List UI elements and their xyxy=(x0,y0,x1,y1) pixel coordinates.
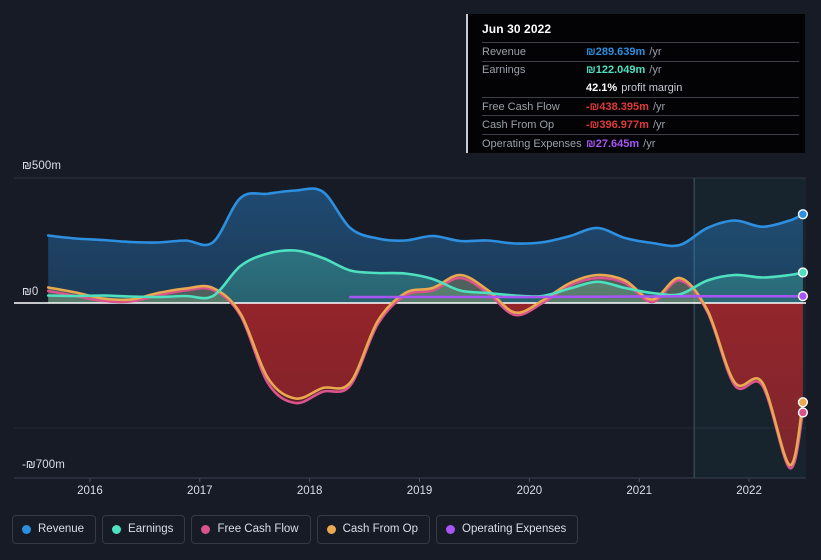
tooltip-row-unit: profit margin xyxy=(621,81,683,94)
chart-lines xyxy=(46,187,805,470)
tooltip-row: Free Cash Flow -₪438.395m/yr xyxy=(482,96,799,116)
legend-item-earnings[interactable]: Earnings xyxy=(102,515,186,544)
legend-color-dot-icon xyxy=(201,525,211,534)
tooltip-row-value: 42.1% xyxy=(586,81,618,94)
free-cash-flow-endpoint-dot[interactable] xyxy=(797,407,809,418)
tooltip-row-label: Free Cash Flow xyxy=(482,100,560,113)
chart-area-fills xyxy=(48,188,803,469)
legend-item-label: Earnings xyxy=(128,523,174,535)
tooltip-row: 42.1% profit margin xyxy=(482,79,799,97)
tooltip-row-value: ₪289.639m xyxy=(586,45,646,58)
x-axis-label: 2020 xyxy=(516,485,543,497)
tooltip-row-value: -₪396.977m xyxy=(586,119,649,132)
tooltip-row-unit: /yr xyxy=(652,100,666,113)
tooltip-row: Revenue ₪289.639m/yr xyxy=(482,42,799,61)
tooltip-row: Cash From Op -₪396.977m/yr xyxy=(482,115,799,134)
legend-color-dot-icon xyxy=(112,525,122,534)
tooltip-row-unit: /yr xyxy=(652,119,666,132)
chart-gridlines xyxy=(14,177,806,482)
revenue-endpoint-dot[interactable] xyxy=(797,209,809,220)
tooltip-row-label: Earnings xyxy=(482,64,526,77)
legend-item-revenue[interactable]: Revenue xyxy=(12,515,97,544)
legend-color-dot-icon xyxy=(446,525,456,534)
x-axis-label: 2021 xyxy=(626,485,652,497)
legend-color-dot-icon xyxy=(326,525,336,534)
x-axis-label: 2022 xyxy=(736,485,762,497)
tooltip-row-value: ₪27.645m xyxy=(586,137,640,150)
tooltip-row-label: Cash From Op xyxy=(482,119,555,132)
legend-item-label: Cash From Op xyxy=(342,523,419,535)
legend-item-cash-from-op[interactable]: Cash From Op xyxy=(316,515,431,544)
x-axis-label: 2017 xyxy=(187,485,213,497)
tooltip-row-value: ₪122.049m xyxy=(586,64,646,77)
y-axis-label-top: ₪500m xyxy=(22,160,62,172)
tooltip-row-label: Operating Expenses xyxy=(482,137,582,150)
legend-item-label: Revenue xyxy=(38,523,85,535)
tooltip-row-unit: /yr xyxy=(643,137,656,150)
tooltip-row-unit: /yr xyxy=(649,45,662,58)
legend-color-dot-icon xyxy=(22,525,31,534)
legend-item-free-cash-flow[interactable]: Free Cash Flow xyxy=(191,515,311,544)
revenue-line[interactable] xyxy=(46,187,805,248)
free-cash-flow-negative-area xyxy=(48,303,803,469)
x-axis-label: 2018 xyxy=(296,485,323,497)
cash-from-op-endpoint-dot[interactable] xyxy=(797,397,809,408)
legend-item-label: Operating Expenses xyxy=(462,523,567,535)
y-axis-label-zero: ₪0 xyxy=(22,286,41,298)
earnings-endpoint-dot[interactable] xyxy=(797,267,809,278)
x-axis-label: 2016 xyxy=(77,485,103,497)
chart-legend[interactable]: Revenue Earnings Free Cash Flow Cash From O… xyxy=(12,515,579,544)
operating-expenses-endpoint-dot[interactable] xyxy=(797,291,809,302)
tooltip-row-unit: /yr xyxy=(649,64,662,77)
legend-item-operating-expenses[interactable]: Operating Expenses xyxy=(436,515,579,544)
tooltip-date: Jun 30 2022 xyxy=(482,22,552,36)
tooltip-row: Operating Expenses ₪27.645m/yr xyxy=(482,133,799,153)
y-axis-label-bottom: -₪700m xyxy=(22,459,65,471)
legend-item-label: Free Cash Flow xyxy=(217,523,299,535)
free-cash-flow-line[interactable] xyxy=(46,276,805,470)
financial-chart-app: ₪500m ₪0 -₪700m 2016 2017 2018 2019 2020 2021… xyxy=(0,0,821,560)
tooltip-row-value: -₪438.395m xyxy=(586,100,649,113)
x-axis-label: 2019 xyxy=(406,485,433,497)
tooltip-row-label: Revenue xyxy=(482,45,527,58)
operating-expenses-line[interactable] xyxy=(349,294,805,299)
chart-tooltip: Jun 30 2022 Revenue ₪289.639m/yr Earnings ₪… xyxy=(466,14,805,153)
tooltip-rows: Revenue ₪289.639m/yr Earnings ₪122.049m/yr 4… xyxy=(468,42,805,153)
tooltip-row: Earnings ₪122.049m/yr xyxy=(482,60,799,80)
